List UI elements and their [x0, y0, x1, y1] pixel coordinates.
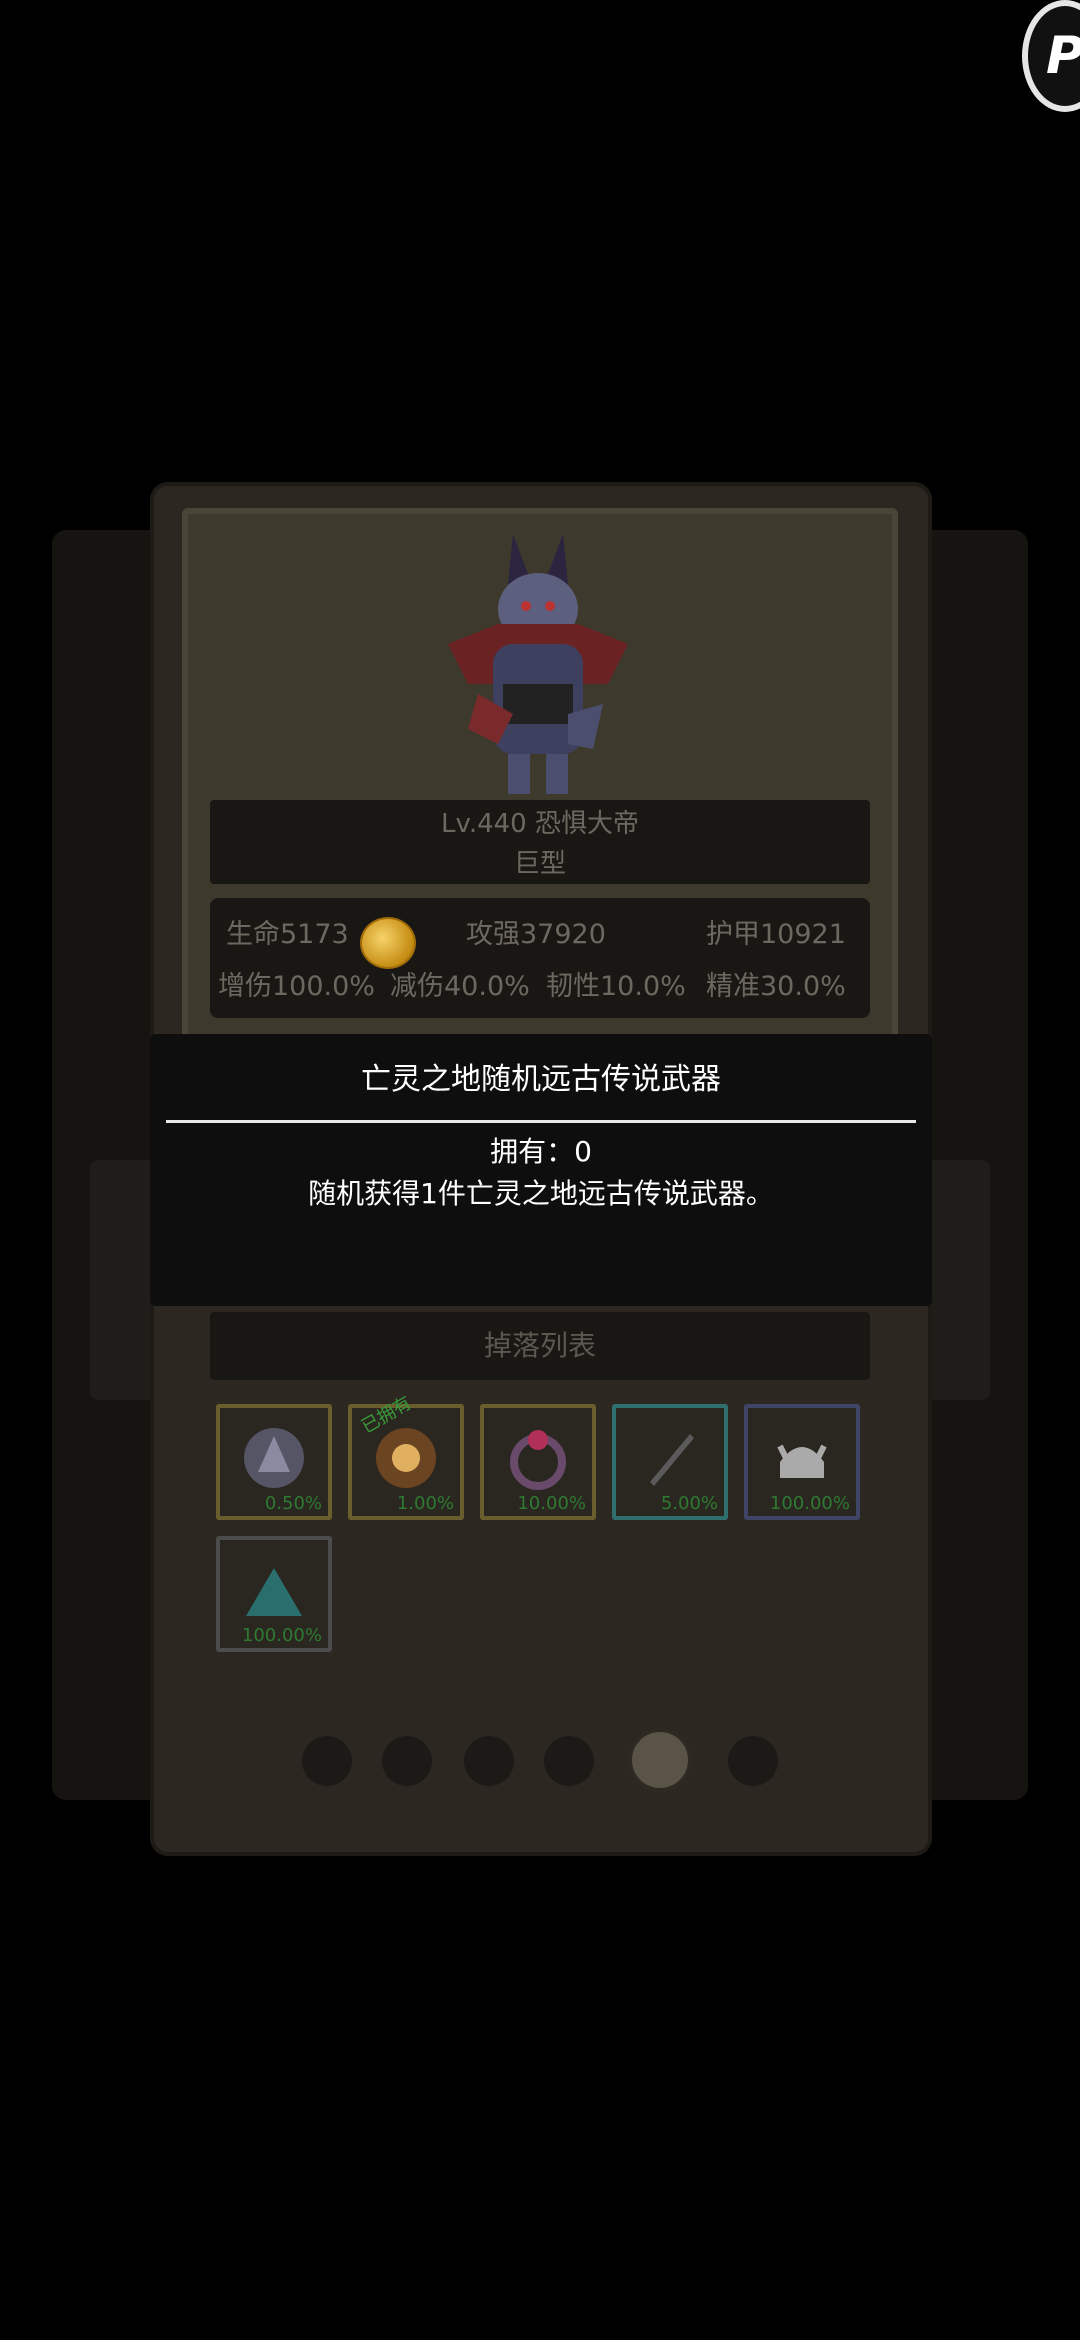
crystal-icon	[246, 1568, 302, 1616]
drop-list-header: 掉落列表	[210, 1312, 870, 1380]
page-dot[interactable]	[464, 1736, 514, 1786]
floating-menu-button[interactable]: P	[1022, 0, 1080, 112]
stat-dmg-reduce: 减伤40.0%	[390, 971, 530, 1002]
drop-item[interactable]: 10.00%	[480, 1404, 596, 1520]
stat-toughness: 韧性10.0%	[546, 971, 686, 1002]
page-dot[interactable]	[544, 1736, 594, 1786]
orb-icon	[376, 1428, 436, 1488]
drop-percent: 0.50%	[264, 1493, 322, 1514]
drop-percent: 1.00%	[396, 1493, 454, 1514]
drop-item[interactable]: 0.50%	[216, 1404, 332, 1520]
drop-percent: 100.00%	[769, 1493, 850, 1514]
boss-level-name: Lv.440 恐惧大帝	[440, 809, 639, 839]
drop-item[interactable]: 100.00%	[216, 1536, 332, 1652]
page-dot[interactable]	[302, 1736, 352, 1786]
armor-icon	[244, 1428, 304, 1488]
page-dot[interactable]	[728, 1736, 778, 1786]
drop-item[interactable]: 5.00%	[612, 1404, 728, 1520]
boss-name-banner: Lv.440 恐惧大帝 巨型	[210, 800, 870, 884]
helmet-icon	[777, 1444, 827, 1478]
page-dot-active[interactable]	[628, 1728, 692, 1792]
stat-accuracy: 精准30.0%	[706, 971, 846, 1002]
tooltip-title: 亡灵之地随机远古传说武器	[361, 1062, 721, 1097]
drop-percent: 10.00%	[517, 1493, 586, 1514]
ring-icon	[510, 1430, 566, 1490]
stat-dmg-up: 增伤100.0%	[218, 971, 375, 1002]
boss-size: 巨型	[513, 849, 566, 879]
stat-attack: 攻强37920	[466, 919, 606, 950]
tooltip-description: 随机获得1件亡灵之地远古传说武器。	[308, 1177, 774, 1210]
stat-hp: 生命5173	[226, 919, 349, 950]
coin-icon	[360, 917, 416, 969]
drop-item[interactable]: 已拥有 1.00%	[348, 1392, 464, 1520]
page-dot[interactable]	[382, 1736, 432, 1786]
drop-percent: 5.00%	[660, 1493, 718, 1514]
boss-stats: 生命5173 攻强37920 护甲10921 增伤100.0% 减伤40.0% …	[210, 898, 870, 1018]
stat-armor: 护甲10921	[706, 919, 846, 950]
item-tooltip: 亡灵之地随机远古传说武器 拥有：0 随机获得1件亡灵之地远古传说武器。	[150, 1034, 932, 1306]
drop-item[interactable]: 100.00%	[744, 1404, 860, 1520]
tooltip-owned: 拥有：0	[490, 1135, 592, 1168]
boss-figure-icon	[448, 534, 628, 794]
drop-percent: 100.00%	[241, 1625, 322, 1646]
dagger-icon	[650, 1434, 694, 1486]
tooltip-divider	[166, 1120, 916, 1123]
